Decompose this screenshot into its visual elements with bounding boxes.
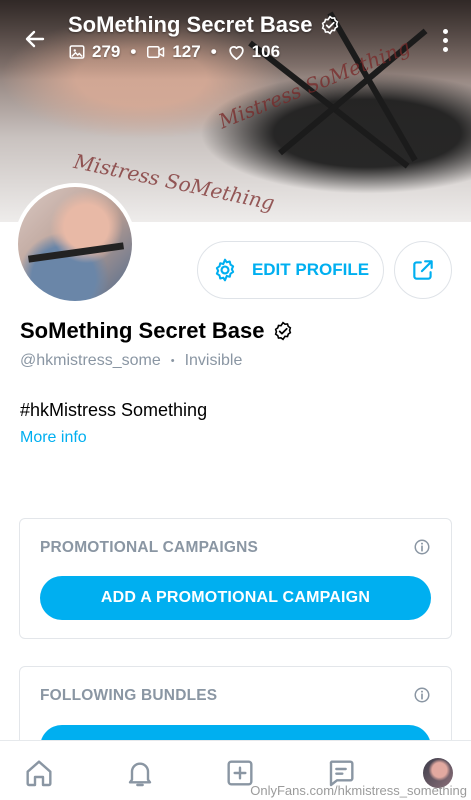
verified-icon — [274, 321, 291, 341]
following-bundles-title: FOLLOWING BUNDLES — [40, 687, 218, 704]
header-stats: 279 • 127 • 106 — [68, 42, 280, 62]
header-title: SoMething Secret Base — [68, 12, 340, 38]
stats-separator: • — [130, 42, 137, 61]
profile-handle: @hkmistress_some — [20, 352, 161, 369]
profile-bio: #hkMistress Something — [20, 400, 208, 420]
more-info-link[interactable]: More info — [20, 429, 87, 447]
videos-count: 127 — [172, 42, 201, 61]
image-icon — [69, 45, 85, 59]
info-icon[interactable] — [413, 538, 431, 556]
online-status: Invisible — [184, 352, 243, 369]
handle-separator: • — [170, 355, 175, 367]
promotional-campaigns-title: PROMOTIONAL CAMPAIGNS — [40, 539, 259, 556]
more-options-button[interactable] — [433, 24, 457, 56]
share-icon — [413, 260, 433, 280]
more-vertical-icon — [442, 28, 448, 34]
home-icon — [26, 760, 52, 787]
avatar[interactable] — [14, 183, 136, 305]
edit-profile-button[interactable]: EDIT PROFILE — [197, 241, 384, 299]
photos-count: 279 — [92, 42, 121, 61]
stats-separator: • — [210, 42, 217, 61]
handle-row: @hkmistress_some • Invisible — [20, 352, 242, 370]
verified-icon — [321, 15, 338, 35]
header-title-text: SoMething Secret Base — [68, 12, 313, 37]
nav-notifications[interactable] — [122, 755, 158, 791]
info-icon[interactable] — [413, 686, 431, 704]
video-icon — [147, 46, 165, 58]
bell-icon — [128, 762, 152, 787]
nav-home[interactable] — [21, 755, 57, 791]
site-watermark: OnlyFans.com/hkmistress_something — [250, 783, 467, 798]
heart-icon — [228, 46, 244, 60]
back-button[interactable] — [18, 22, 52, 56]
share-button[interactable] — [394, 241, 452, 299]
arrow-left-icon — [25, 30, 45, 48]
likes-count: 106 — [251, 42, 281, 61]
add-promotional-campaign-button[interactable]: ADD A PROMOTIONAL CAMPAIGN — [40, 576, 431, 620]
profile-name: SoMething Secret Base — [20, 318, 293, 344]
edit-profile-label: EDIT PROFILE — [251, 260, 370, 279]
gear-icon — [215, 258, 235, 282]
promotional-campaigns-card: PROMOTIONAL CAMPAIGNS ADD A PROMOTIONAL … — [19, 518, 452, 639]
profile-name-text: SoMething Secret Base — [20, 318, 265, 343]
